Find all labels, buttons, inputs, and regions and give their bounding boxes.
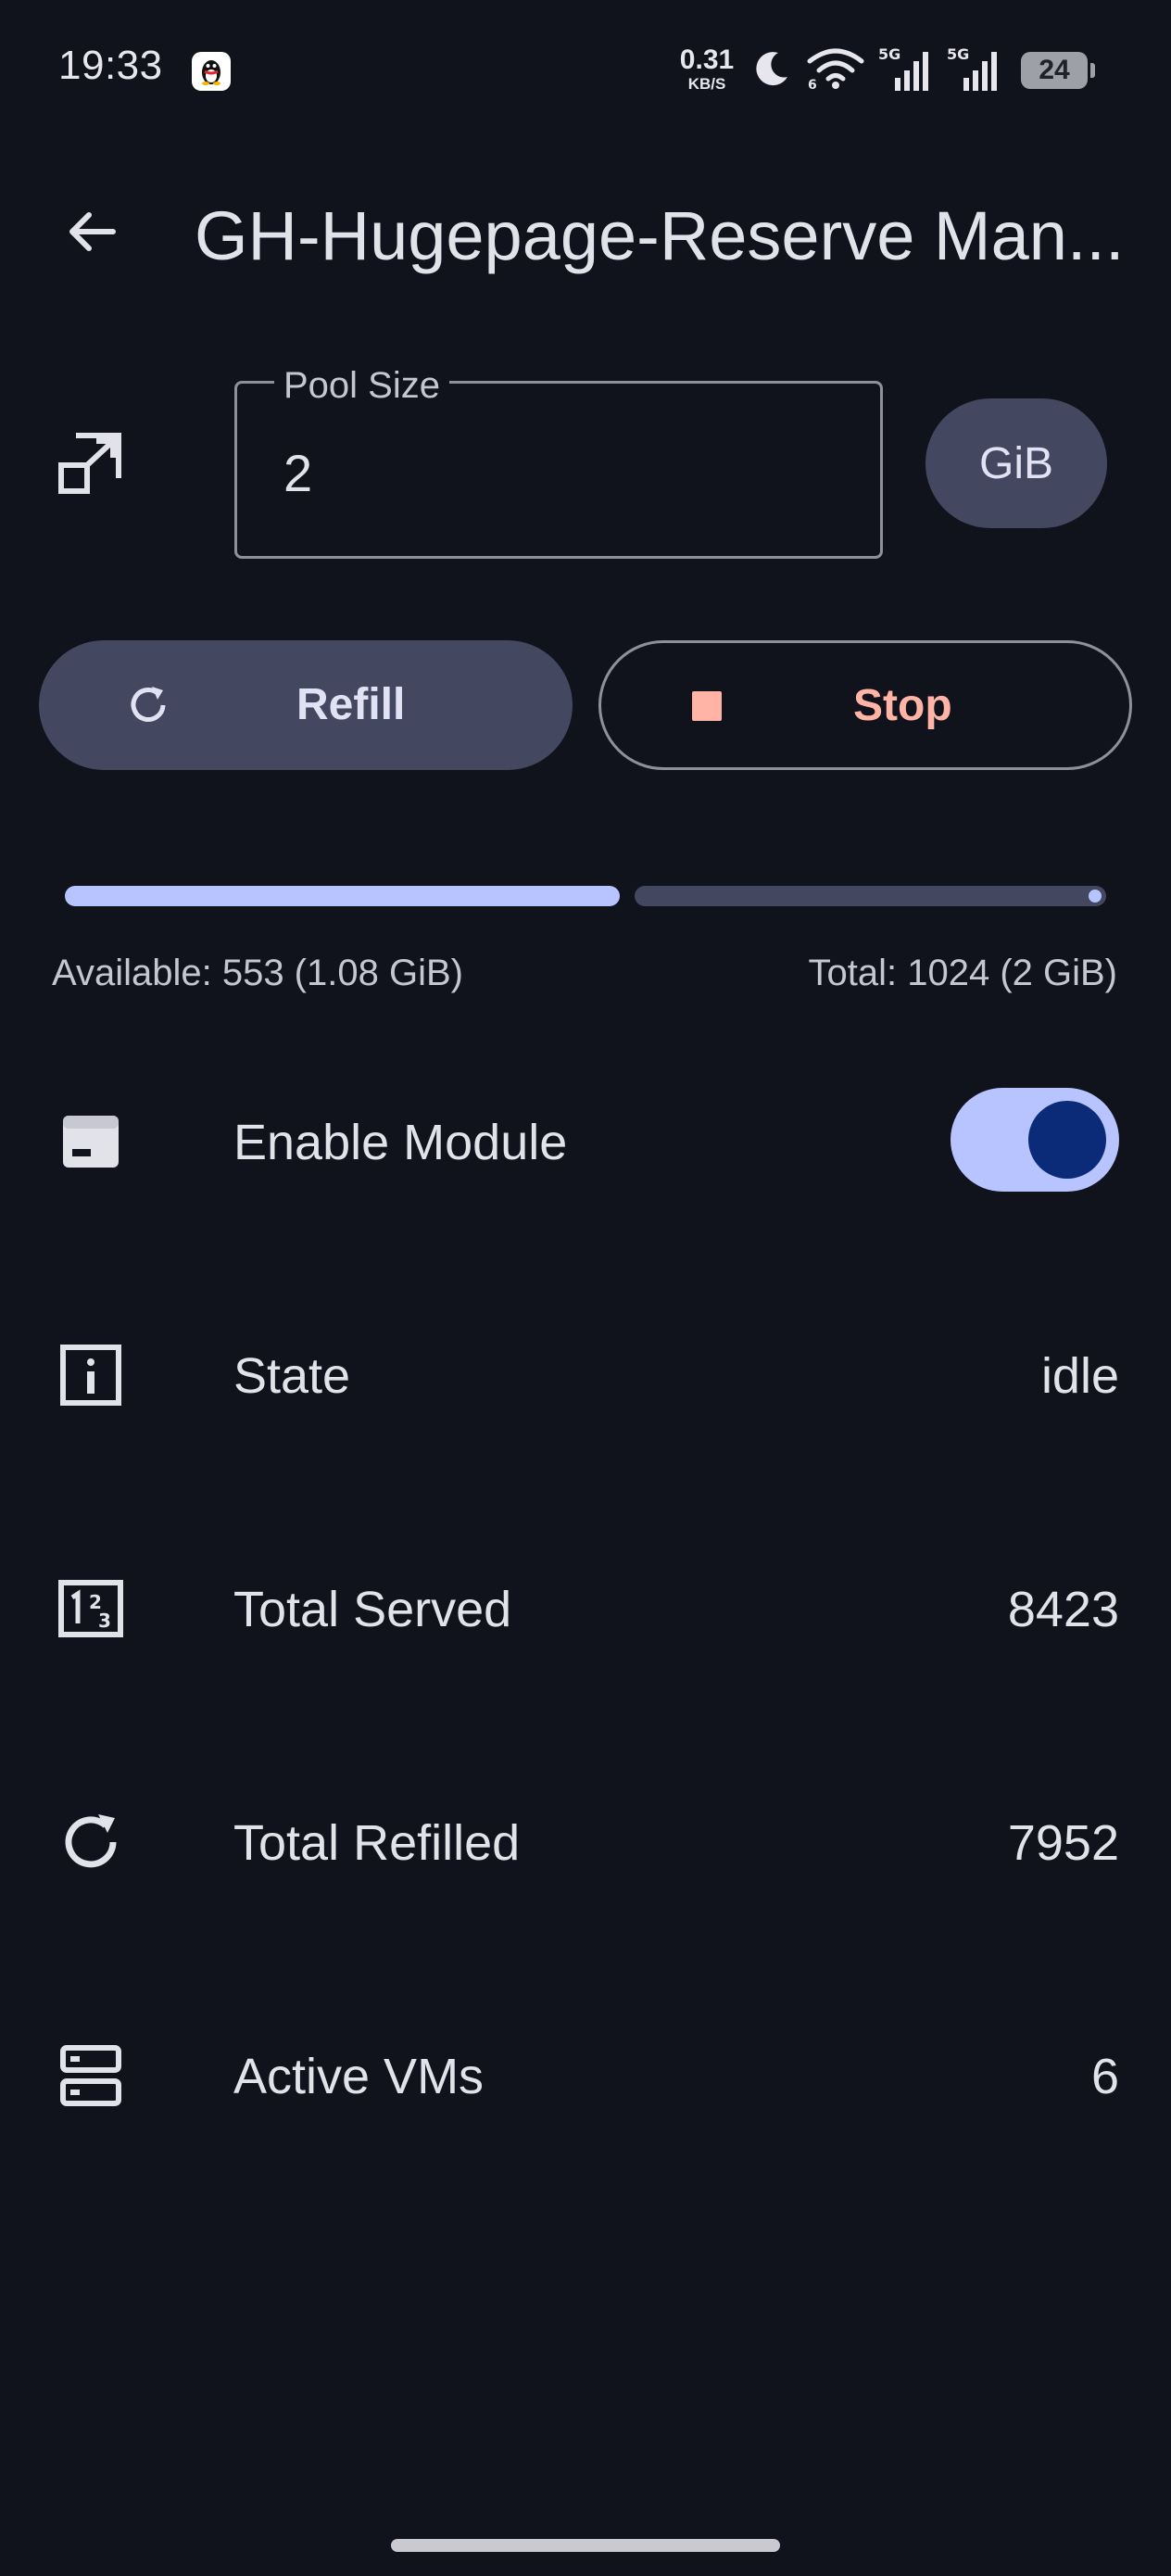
battery-icon: 24 — [1021, 52, 1095, 89]
state-value: idle — [1040, 1348, 1119, 1404]
arrow-left-icon — [69, 212, 116, 251]
server-icon — [56, 2040, 126, 2111]
refill-label: Refill — [296, 680, 406, 729]
total-refilled-label: Total Refilled — [233, 1815, 521, 1871]
network-speed: 0.31 KB/S — [674, 44, 739, 93]
usage-progress-stop-indicator — [1089, 890, 1102, 903]
refill-button[interactable]: Refill — [39, 640, 573, 770]
qq-icon — [192, 52, 231, 91]
svg-text:5G: 5G — [947, 45, 969, 63]
state-label: State — [233, 1348, 351, 1404]
stop-button[interactable]: Stop — [598, 640, 1132, 770]
info-icon — [56, 1340, 126, 1410]
usage-progress-filled — [65, 886, 620, 906]
active-vms-value: 6 — [1090, 2049, 1119, 2104]
signal-5g-icon: 5G — [878, 45, 928, 91]
sd-card-icon — [56, 1106, 126, 1177]
svg-text:3: 3 — [98, 1610, 111, 1632]
usage-progress-track — [635, 886, 1106, 906]
signal-5g-icon: 5G — [947, 45, 997, 91]
refresh-icon — [131, 687, 166, 722]
total-refilled-value: 7952 — [1007, 1815, 1119, 1871]
total-served-label: Total Served — [233, 1582, 512, 1637]
unit-label: GiB — [978, 438, 1053, 488]
wifi-icon: 6 — [807, 48, 864, 91]
battery-level: 24 — [1039, 55, 1070, 85]
active-vms-label: Active VMs — [233, 2049, 485, 2104]
pool-size-input[interactable] — [234, 381, 883, 559]
enable-module-label: Enable Module — [233, 1115, 568, 1170]
status-icons: 6 5G 5G — [750, 43, 1002, 95]
home-indicator[interactable] — [391, 2539, 780, 2552]
svg-text:6: 6 — [808, 78, 817, 91]
moon-icon — [756, 52, 787, 86]
pool-size-label: Pool Size — [274, 365, 449, 407]
available-text: Available: 553 (1.08 GiB) — [52, 953, 463, 993]
resize-icon — [56, 428, 126, 499]
page-title: GH-Hugepage-Reserve Man... — [195, 197, 1125, 274]
stop-label: Stop — [853, 681, 952, 730]
refresh-icon — [56, 1807, 126, 1877]
unit-button[interactable]: GiB — [925, 398, 1107, 528]
stop-icon — [692, 691, 722, 721]
back-button[interactable] — [56, 195, 130, 269]
status-time: 19:33 — [58, 43, 163, 88]
net-speed-unit: KB/S — [687, 75, 726, 93]
total-text: Total: 1024 (2 GiB) — [808, 953, 1118, 993]
toggle-knob — [1028, 1101, 1106, 1179]
pool-size-value[interactable]: 2 — [283, 443, 312, 503]
svg-text:5G: 5G — [878, 45, 900, 63]
enable-module-toggle[interactable] — [951, 1088, 1119, 1192]
net-speed-value: 0.31 — [679, 44, 735, 75]
total-served-value: 8423 — [1007, 1582, 1119, 1637]
numbers-icon: 2 3 — [56, 1573, 126, 1644]
